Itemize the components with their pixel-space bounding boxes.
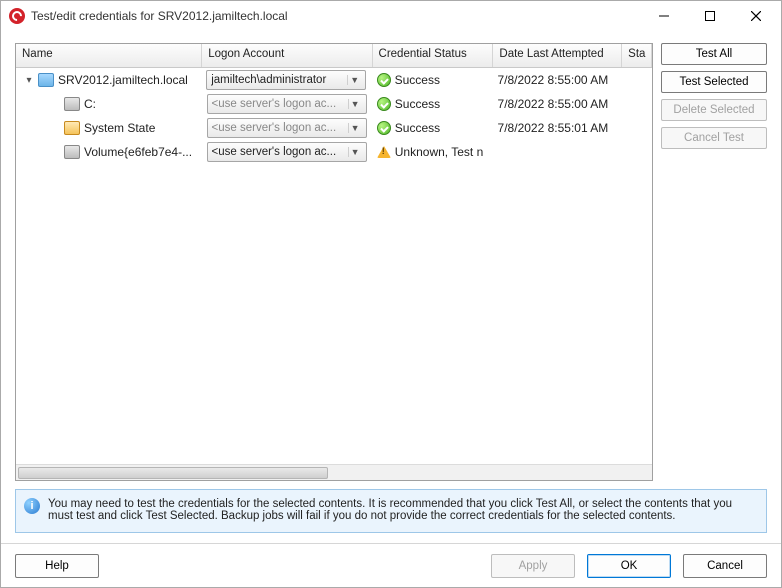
col-sta[interactable]: Sta bbox=[622, 44, 652, 67]
status-text: Success bbox=[395, 97, 440, 111]
table-row[interactable]: ▾ SRV2012.jamiltech.local jamiltech\admini… bbox=[16, 68, 652, 92]
horizontal-scrollbar[interactable] bbox=[16, 464, 652, 480]
cell-logon: <use server's logon ac...▼ bbox=[203, 118, 373, 138]
test-selected-button[interactable]: Test Selected bbox=[661, 71, 767, 93]
row-name-label: Volume{e6feb7e4-... bbox=[84, 145, 192, 159]
chevron-down-icon: ▼ bbox=[348, 123, 362, 133]
date-text: 7/8/2022 8:55:01 AM bbox=[498, 121, 609, 135]
drive-icon bbox=[64, 97, 80, 111]
cell-logon: <use server's logon ac...▼ bbox=[203, 94, 373, 114]
cell-logon: <use server's logon ac...▼ bbox=[203, 142, 373, 162]
grid-header: Name Logon Account Credential Status Dat… bbox=[16, 44, 652, 68]
status-text: Success bbox=[395, 73, 440, 87]
logon-account-value: <use server's logon ac... bbox=[212, 98, 348, 110]
logon-account-select[interactable]: <use server's logon ac...▼ bbox=[207, 118, 367, 138]
logon-account-value: jamiltech\administrator bbox=[211, 74, 347, 86]
window-buttons bbox=[641, 1, 779, 31]
maximize-button[interactable] bbox=[687, 1, 733, 31]
cell-status: Unknown, Test n bbox=[373, 145, 494, 159]
chevron-down-icon: ▼ bbox=[347, 75, 361, 85]
logon-account-select[interactable]: <use server's logon ac...▼ bbox=[207, 142, 367, 162]
row-name-label: C: bbox=[84, 97, 96, 111]
cell-status: Success bbox=[373, 73, 494, 87]
cell-logon: jamiltech\administrator▼ bbox=[202, 70, 372, 90]
table-row[interactable]: C: <use server's logon ac...▼ Success 7/8/2… bbox=[16, 92, 652, 116]
cell-date: 7/8/2022 8:55:00 AM bbox=[493, 73, 622, 87]
warning-icon bbox=[377, 146, 391, 158]
close-button[interactable] bbox=[733, 1, 779, 31]
grid-body: ▾ SRV2012.jamiltech.local jamiltech\admini… bbox=[16, 68, 652, 464]
logon-account-value: <use server's logon ac... bbox=[212, 122, 348, 134]
logon-account-select[interactable]: jamiltech\administrator▼ bbox=[206, 70, 366, 90]
apply-button[interactable]: Apply bbox=[491, 554, 575, 578]
cancel-test-button[interactable]: Cancel Test bbox=[661, 127, 767, 149]
col-status[interactable]: Credential Status bbox=[373, 44, 494, 67]
app-icon bbox=[9, 8, 25, 24]
test-all-button[interactable]: Test All bbox=[661, 43, 767, 65]
status-text: Success bbox=[395, 121, 440, 135]
logon-account-value: <use server's logon ac... bbox=[212, 146, 348, 158]
chevron-down-icon: ▼ bbox=[348, 99, 362, 109]
row-name-label: System State bbox=[84, 121, 155, 135]
cell-status: Success bbox=[373, 121, 494, 135]
success-icon bbox=[377, 121, 391, 135]
date-text: 7/8/2022 8:55:00 AM bbox=[498, 97, 609, 111]
cell-date: 7/8/2022 8:55:00 AM bbox=[494, 97, 623, 111]
success-icon bbox=[377, 97, 391, 111]
date-text: 7/8/2022 8:55:00 AM bbox=[497, 73, 608, 87]
cancel-button[interactable]: Cancel bbox=[683, 554, 767, 578]
ok-button[interactable]: OK bbox=[587, 554, 671, 578]
actions-panel: Test All Test Selected Delete Selected C… bbox=[661, 43, 767, 481]
expand-arrow-icon[interactable]: ▾ bbox=[24, 75, 34, 86]
window-title: Test/edit credentials for SRV2012.jamilt… bbox=[31, 9, 641, 23]
content-area: Name Logon Account Credential Status Dat… bbox=[1, 31, 781, 543]
col-logon[interactable]: Logon Account bbox=[202, 44, 372, 67]
bottom-bar: Help Apply OK Cancel bbox=[1, 543, 781, 587]
info-box: i You may need to test the credentials f… bbox=[15, 489, 767, 533]
info-text: You may need to test the credentials for… bbox=[48, 498, 758, 522]
minimize-button[interactable] bbox=[641, 1, 687, 31]
success-icon bbox=[377, 73, 391, 87]
cell-date: 7/8/2022 8:55:01 AM bbox=[494, 121, 623, 135]
col-date[interactable]: Date Last Attempted bbox=[493, 44, 622, 67]
col-name[interactable]: Name bbox=[16, 44, 202, 67]
cell-name: ▾ SRV2012.jamiltech.local bbox=[16, 73, 202, 87]
info-icon: i bbox=[24, 498, 40, 514]
scrollbar-thumb[interactable] bbox=[18, 467, 328, 479]
cell-status: Success bbox=[373, 97, 494, 111]
table-row[interactable]: Volume{e6feb7e4-... <use server's logon a… bbox=[16, 140, 652, 164]
title-bar: Test/edit credentials for SRV2012.jamilt… bbox=[1, 1, 781, 31]
main-row: Name Logon Account Credential Status Dat… bbox=[15, 43, 767, 481]
cell-name: Volume{e6feb7e4-... bbox=[16, 145, 203, 159]
server-icon bbox=[38, 73, 54, 87]
help-button[interactable]: Help bbox=[15, 554, 99, 578]
credentials-grid: Name Logon Account Credential Status Dat… bbox=[15, 43, 653, 481]
row-name-label: SRV2012.jamiltech.local bbox=[58, 73, 188, 87]
logon-account-select[interactable]: <use server's logon ac...▼ bbox=[207, 94, 367, 114]
status-text: Unknown, Test n bbox=[395, 145, 484, 159]
cell-name: System State bbox=[16, 121, 203, 135]
sys-icon bbox=[64, 121, 80, 135]
table-row[interactable]: System State <use server's logon ac...▼ Su… bbox=[16, 116, 652, 140]
vol-icon bbox=[64, 145, 80, 159]
chevron-down-icon: ▼ bbox=[348, 147, 362, 157]
cell-name: C: bbox=[16, 97, 203, 111]
delete-selected-button[interactable]: Delete Selected bbox=[661, 99, 767, 121]
